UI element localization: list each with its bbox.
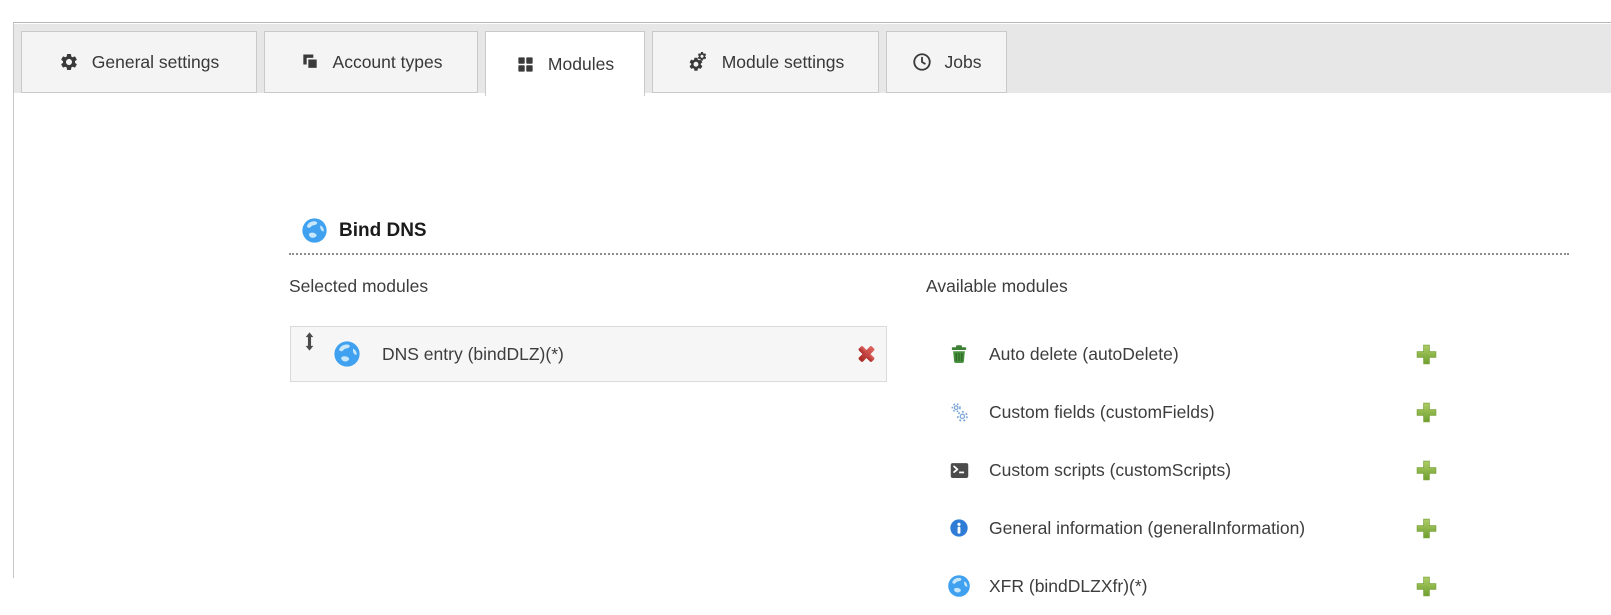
available-module-label: XFR (bindDLZXfr)(*)	[989, 576, 1148, 597]
tab-account-types[interactable]: Account types	[264, 31, 478, 93]
section-title: Bind DNS	[339, 220, 427, 242]
tab-module-settings[interactable]: Module settings	[652, 31, 879, 93]
green-plus-icon	[1415, 401, 1438, 424]
add-module-button[interactable]	[1415, 517, 1438, 540]
layers-icon	[300, 52, 320, 72]
green-plus-icon	[1415, 517, 1438, 540]
tab-label: General settings	[92, 52, 219, 73]
tab-bar: General settings Account types Modules	[14, 24, 1611, 93]
tab-jobs[interactable]: Jobs	[886, 31, 1007, 93]
available-module-label: General information (generalInformation)	[989, 518, 1305, 539]
add-module-button[interactable]	[1415, 343, 1438, 366]
selected-module-label: DNS entry (bindDLZ)(*)	[382, 344, 564, 365]
tab-label: Modules	[548, 54, 614, 75]
clock-icon	[912, 52, 932, 72]
available-module-row: Auto delete (autoDelete)	[926, 325, 1438, 383]
available-module-row: Custom scripts (customScripts)	[926, 441, 1438, 499]
available-module-label: Custom fields (customFields)	[989, 402, 1215, 423]
add-module-button[interactable]	[1415, 401, 1438, 424]
globe-icon	[333, 340, 361, 368]
tab-general-settings[interactable]: General settings	[21, 31, 257, 93]
selected-modules-heading: Selected modules	[289, 276, 428, 297]
tab-label: Jobs	[945, 52, 982, 73]
grid-icon	[516, 55, 535, 74]
config-frame: General settings Account types Modules	[13, 22, 1611, 578]
available-module-row: XFR (bindDLZXfr)(*)	[926, 557, 1438, 615]
gear-icon	[59, 52, 79, 72]
globe-icon	[301, 217, 328, 244]
module-group-header: Bind DNS	[289, 217, 1569, 255]
available-module-label: Auto delete (autoDelete)	[989, 344, 1179, 365]
tab-modules[interactable]: Modules	[485, 31, 645, 96]
add-module-button[interactable]	[1415, 459, 1438, 482]
info-icon	[946, 518, 972, 538]
gears-blue-icon	[946, 402, 972, 423]
modules-panel: Bind DNS Selected modules Available modu…	[14, 93, 1611, 578]
red-x-icon	[856, 344, 877, 365]
available-module-label: Custom scripts (customScripts)	[989, 460, 1231, 481]
remove-module-button[interactable]	[856, 344, 877, 365]
sort-handle-icon[interactable]	[304, 332, 315, 351]
tab-label: Account types	[333, 52, 443, 73]
green-plus-icon	[1415, 343, 1438, 366]
terminal-icon	[946, 460, 972, 481]
double-gear-icon	[687, 51, 709, 73]
available-module-row: Custom fields (customFields)	[926, 383, 1438, 441]
available-module-row: General information (generalInformation)	[926, 499, 1438, 557]
tab-label: Module settings	[722, 52, 845, 73]
selected-module-row: DNS entry (bindDLZ)(*)	[290, 326, 887, 382]
available-modules-heading: Available modules	[926, 276, 1068, 297]
green-plus-icon	[1415, 459, 1438, 482]
available-modules-list: Auto delete (autoDelete)	[926, 325, 1438, 615]
trash-icon	[946, 343, 972, 365]
